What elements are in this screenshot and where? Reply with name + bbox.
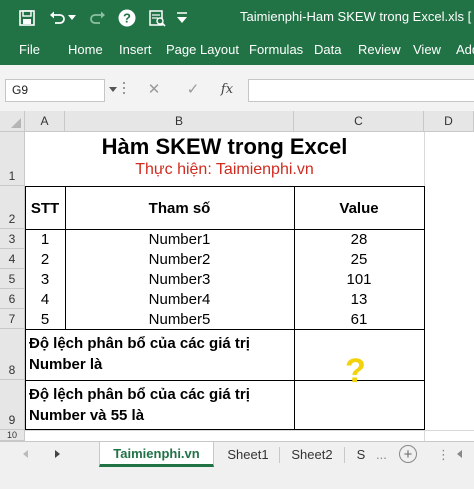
more-tabs-icon[interactable]: ... <box>376 447 387 462</box>
header-param: Tham số <box>148 199 211 217</box>
gridline <box>25 430 474 431</box>
tab-split-icon[interactable]: ⋮ <box>437 447 450 463</box>
insert-function-icon[interactable]: fx <box>216 78 238 100</box>
cell-stt[interactable]: 1 <box>25 229 65 249</box>
tab-separator <box>279 447 280 463</box>
ribbon-tabs: File Home Insert Page Layout Formulas Da… <box>0 36 474 65</box>
cell-param[interactable]: Number5 <box>65 309 294 329</box>
save-icon[interactable] <box>16 0 38 36</box>
row-header-4[interactable]: 4 <box>0 249 25 269</box>
cell-param[interactable]: Number2 <box>65 249 294 269</box>
tab-home[interactable]: Home <box>68 42 103 57</box>
scroll-left-icon[interactable] <box>23 450 28 458</box>
answer-placeholder: ? <box>345 352 366 390</box>
tab-file[interactable]: File <box>19 42 40 57</box>
help-icon[interactable]: ? <box>116 0 138 36</box>
grip-icon[interactable] <box>123 82 126 98</box>
cell-value[interactable]: 61 <box>294 309 424 329</box>
print-preview-icon[interactable] <box>146 0 168 36</box>
title-bar: ? Taimienphi-Ham SKEW trong Excel.xls [ <box>0 0 474 36</box>
window-title: Taimienphi-Ham SKEW trong Excel.xls [ <box>240 9 472 24</box>
sheet-title: Hàm SKEW trong Excel <box>101 134 348 159</box>
scroll-right-icon[interactable] <box>55 450 60 458</box>
column-header-d[interactable]: D <box>424 111 474 132</box>
question-1-line-1: Độ lệch phân bổ của các giá trị <box>29 335 250 352</box>
cell-param[interactable]: Number1 <box>65 229 294 249</box>
cell-value[interactable]: 25 <box>294 249 424 269</box>
cell-param[interactable]: Number3 <box>65 269 294 289</box>
row-header-5[interactable]: 5 <box>0 269 25 289</box>
tab-view[interactable]: View <box>413 42 441 57</box>
table-border <box>26 329 424 330</box>
select-all-corner[interactable] <box>0 111 25 132</box>
row-header-9[interactable]: 9 <box>0 380 25 430</box>
tab-formulas[interactable]: Formulas <box>249 42 303 57</box>
row-header-8[interactable]: 8 <box>0 329 25 380</box>
redo-icon[interactable] <box>86 0 108 36</box>
tab-review[interactable]: Review <box>358 42 401 57</box>
customize-icon[interactable] <box>172 0 192 36</box>
cell-stt[interactable]: 5 <box>25 309 65 329</box>
header-value: Value <box>339 199 379 217</box>
question-1-line-2: Number là <box>29 356 103 373</box>
tab-data[interactable]: Data <box>314 42 341 57</box>
row-header-7[interactable]: 7 <box>0 309 25 329</box>
cell-stt[interactable]: 2 <box>25 249 65 269</box>
cell-stt[interactable]: 4 <box>25 289 65 309</box>
svg-text:?: ? <box>123 11 131 26</box>
column-header-a[interactable]: A <box>25 111 65 132</box>
undo-dropdown-icon[interactable] <box>67 0 77 36</box>
chevron-down-icon[interactable] <box>109 87 117 92</box>
tab-sheet1[interactable]: Sheet1 <box>219 442 277 467</box>
undo-icon[interactable] <box>46 0 68 36</box>
sheet-tabs-bar: Taimienphi.vn Sheet1 Sheet2 S ... + ⋮ <box>0 441 474 467</box>
tab-insert[interactable]: Insert <box>119 42 152 57</box>
cancel-icon[interactable]: ✕ <box>143 78 165 100</box>
question-2-line-1: Độ lệch phân bổ của các giá trị <box>29 386 250 403</box>
tab-add[interactable]: Add <box>456 42 474 57</box>
cell-value[interactable]: 13 <box>294 289 424 309</box>
tab-page-layout[interactable]: Page Layout <box>166 42 239 57</box>
question-2-line-2: Number và 55 là <box>29 407 145 424</box>
tab-sheet-taimienphi[interactable]: Taimienphi.vn <box>99 442 214 467</box>
tab-sheet2[interactable]: Sheet2 <box>283 442 341 467</box>
cell-value[interactable]: 101 <box>294 269 424 289</box>
name-box[interactable]: G9 <box>5 79 105 102</box>
enter-icon[interactable]: ✓ <box>182 78 204 100</box>
row-header-3[interactable]: 3 <box>0 229 25 249</box>
cell-stt[interactable]: 3 <box>25 269 65 289</box>
row-header-10[interactable]: 10 <box>0 430 25 441</box>
tab-sheet-more[interactable]: S <box>350 442 372 467</box>
row-header-2[interactable]: 2 <box>0 186 25 229</box>
row-header-6[interactable]: 6 <box>0 289 25 309</box>
row-header-1[interactable]: 1 <box>0 132 25 186</box>
tab-separator <box>344 447 345 463</box>
formula-input[interactable] <box>248 79 474 102</box>
column-header-b[interactable]: B <box>65 111 294 132</box>
sheet-subtitle: Thực hiện: Taimienphi.vn <box>135 161 314 178</box>
status-bar <box>0 467 474 489</box>
add-sheet-icon[interactable]: + <box>399 445 417 463</box>
cell-param[interactable]: Number4 <box>65 289 294 309</box>
formula-bar: G9 ✕ ✓ fx <box>0 65 474 111</box>
hscroll-left-icon[interactable] <box>457 450 462 458</box>
cell-value[interactable]: 28 <box>294 229 424 249</box>
column-header-c[interactable]: C <box>294 111 424 132</box>
header-stt: STT <box>30 199 60 217</box>
